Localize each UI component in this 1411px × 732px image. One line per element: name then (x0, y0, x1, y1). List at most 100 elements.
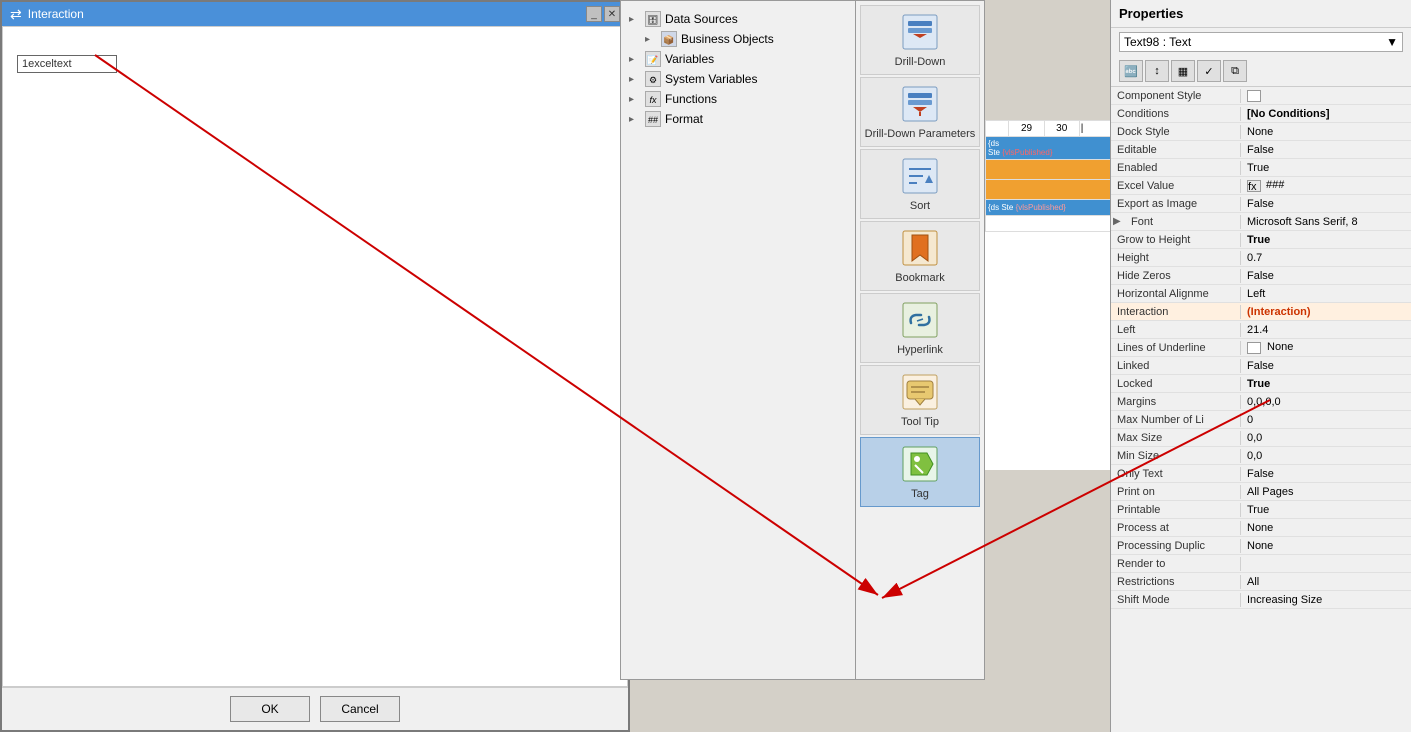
prop-row-locked: Locked True (1111, 375, 1411, 393)
tree-item-datasources[interactable]: ▸ 🗄 Data Sources (629, 9, 851, 29)
prop-name-only-text: Only Text (1111, 467, 1241, 481)
action-drill-down[interactable]: Drill-Down (860, 5, 980, 75)
cancel-button[interactable]: Cancel (320, 696, 400, 722)
minimize-button[interactable]: _ (586, 6, 602, 22)
prop-name-render-to: Render to (1111, 557, 1241, 571)
action-bookmark[interactable]: Bookmark (860, 221, 980, 291)
prop-value-render-to[interactable] (1241, 563, 1411, 565)
tree-expand-datasources[interactable]: ▸ (629, 14, 641, 25)
system-variables-icon: ⚙ (645, 71, 661, 87)
action-tooltip-label: Tool Tip (901, 416, 939, 428)
prop-value-restrictions[interactable]: All (1241, 575, 1411, 589)
ok-button[interactable]: OK (230, 696, 310, 722)
prop-name-printable: Printable (1111, 503, 1241, 517)
grid-preview: 29 30 | {dsSte {vlsPublished} {ds Ste {v… (985, 120, 1115, 470)
prop-value-export-as-image[interactable]: False (1241, 197, 1411, 211)
properties-button[interactable]: ↕ (1145, 60, 1169, 82)
prop-row-export-as-image: Export as Image False (1111, 195, 1411, 213)
prop-value-max-size[interactable]: 0,0 (1241, 431, 1411, 445)
font-expand-icon[interactable]: ▶ (1111, 216, 1125, 227)
tree-item-variables[interactable]: ▸ 📝 Variables (629, 49, 851, 69)
prop-value-lines-underline[interactable]: None (1241, 340, 1411, 354)
tree-expand-functions[interactable]: ▸ (629, 94, 641, 105)
prop-value-editable[interactable]: False (1241, 143, 1411, 157)
prop-name-lines-underline: Lines of Underline (1111, 341, 1241, 355)
prop-name-print-on: Print on (1111, 485, 1241, 499)
close-button[interactable]: ✕ (604, 6, 620, 22)
tooltip-icon (900, 372, 940, 412)
tree-label-system-variables: System Variables (665, 72, 757, 86)
prop-value-max-lines[interactable]: 0 (1241, 413, 1411, 427)
action-tooltip[interactable]: Tool Tip (860, 365, 980, 435)
tree-item-functions[interactable]: ▸ fx Functions (629, 89, 851, 109)
prop-value-conditions[interactable]: [No Conditions] (1241, 107, 1411, 121)
prop-name-restrictions: Restrictions (1111, 575, 1241, 589)
tree-item-system-variables[interactable]: ▸ ⚙ System Variables (629, 69, 851, 89)
variables-icon: 📝 (645, 51, 661, 67)
prop-value-height[interactable]: 0.7 (1241, 251, 1411, 265)
prop-name-linked: Linked (1111, 359, 1241, 373)
tree-expand-format[interactable]: ▸ (629, 114, 641, 125)
sort-az-button[interactable]: 🔤 (1119, 60, 1143, 82)
prop-value-processing-dup[interactable]: None (1241, 539, 1411, 553)
prop-value-component-style[interactable] (1241, 88, 1411, 102)
prop-name-margins: Margins (1111, 395, 1241, 409)
properties-table: Component Style Conditions [No Condition… (1111, 87, 1411, 732)
tree-expand-variables[interactable]: ▸ (629, 54, 641, 65)
action-hyperlink[interactable]: Hyperlink (860, 293, 980, 363)
properties-toolbar: 🔤 ↕ ▦ ✓ ⧉ (1111, 56, 1411, 87)
action-hyperlink-label: Hyperlink (897, 344, 943, 356)
prop-value-horiz-align[interactable]: Left (1241, 287, 1411, 301)
action-drill-down-params[interactable]: Drill-Down Parameters (860, 77, 980, 147)
tree-label-variables: Variables (665, 52, 714, 66)
tree-item-format[interactable]: ▸ ## Format (629, 109, 851, 129)
grid-row-blue: {dsSte {vlsPublished} (986, 137, 1115, 160)
prop-row-component-style: Component Style (1111, 87, 1411, 105)
prop-value-hide-zeros[interactable]: False (1241, 269, 1411, 283)
prop-value-grow-height[interactable]: True (1241, 233, 1411, 247)
prop-value-left[interactable]: 21.4 (1241, 323, 1411, 337)
grid-view-button[interactable]: ▦ (1171, 60, 1195, 82)
prop-name-font: Font (1125, 215, 1241, 229)
check-button[interactable]: ✓ (1197, 60, 1221, 82)
hyperlink-icon (900, 300, 940, 340)
action-sort[interactable]: Sort (860, 149, 980, 219)
prop-row-processing-dup: Processing Duplic None (1111, 537, 1411, 555)
tree-expand-system-variables[interactable]: ▸ (629, 74, 641, 85)
prop-value-process-at[interactable]: None (1241, 521, 1411, 535)
excel-text-element[interactable]: 1exceltext (17, 55, 117, 73)
prop-value-excel-value[interactable]: fx ### (1241, 178, 1411, 192)
action-tag[interactable]: Tag (860, 437, 980, 507)
prop-name-dock-style: Dock Style (1111, 125, 1241, 139)
tree-item-business-objects[interactable]: ▸ 📦 Business Objects (645, 29, 851, 49)
prop-value-linked[interactable]: False (1241, 359, 1411, 373)
copy-button[interactable]: ⧉ (1223, 60, 1247, 82)
prop-name-enabled: Enabled (1111, 161, 1241, 175)
tree-panel: ▸ 🗄 Data Sources ▸ 📦 Business Objects ▸ … (620, 0, 860, 680)
prop-value-interaction[interactable]: (Interaction) (1241, 305, 1411, 319)
prop-name-grow-height: Grow to Height (1111, 233, 1241, 247)
prop-row-font: ▶ Font Microsoft Sans Serif, 8 (1111, 213, 1411, 231)
prop-row-conditions: Conditions [No Conditions] (1111, 105, 1411, 123)
prop-value-dock-style[interactable]: None (1241, 125, 1411, 139)
prop-row-margins: Margins 0,0,0,0 (1111, 393, 1411, 411)
prop-value-shift-mode[interactable]: Increasing Size (1241, 593, 1411, 607)
properties-component-dropdown[interactable]: Text98 : Text ▼ (1119, 32, 1403, 52)
prop-row-render-to: Render to (1111, 555, 1411, 573)
grid-row-orange-1 (986, 160, 1115, 180)
prop-value-min-size[interactable]: 0,0 (1241, 449, 1411, 463)
bookmark-icon (900, 228, 940, 268)
prop-value-printable[interactable]: True (1241, 503, 1411, 517)
prop-value-only-text[interactable]: False (1241, 467, 1411, 481)
prop-value-print-on[interactable]: All Pages (1241, 485, 1411, 499)
prop-name-conditions: Conditions (1111, 107, 1241, 121)
prop-value-locked[interactable]: True (1241, 377, 1411, 391)
tree-expand-business-objects[interactable]: ▸ (645, 34, 657, 45)
prop-row-restrictions: Restrictions All (1111, 573, 1411, 591)
prop-value-enabled[interactable]: True (1241, 161, 1411, 175)
grid-row-blue-2: {ds Ste {vlsPublished} (986, 200, 1115, 216)
prop-value-font[interactable]: Microsoft Sans Serif, 8 (1241, 215, 1411, 229)
prop-row-max-lines: Max Number of Li 0 (1111, 411, 1411, 429)
prop-row-horiz-align: Horizontal Alignme Left (1111, 285, 1411, 303)
prop-value-margins[interactable]: 0,0,0,0 (1241, 395, 1411, 409)
